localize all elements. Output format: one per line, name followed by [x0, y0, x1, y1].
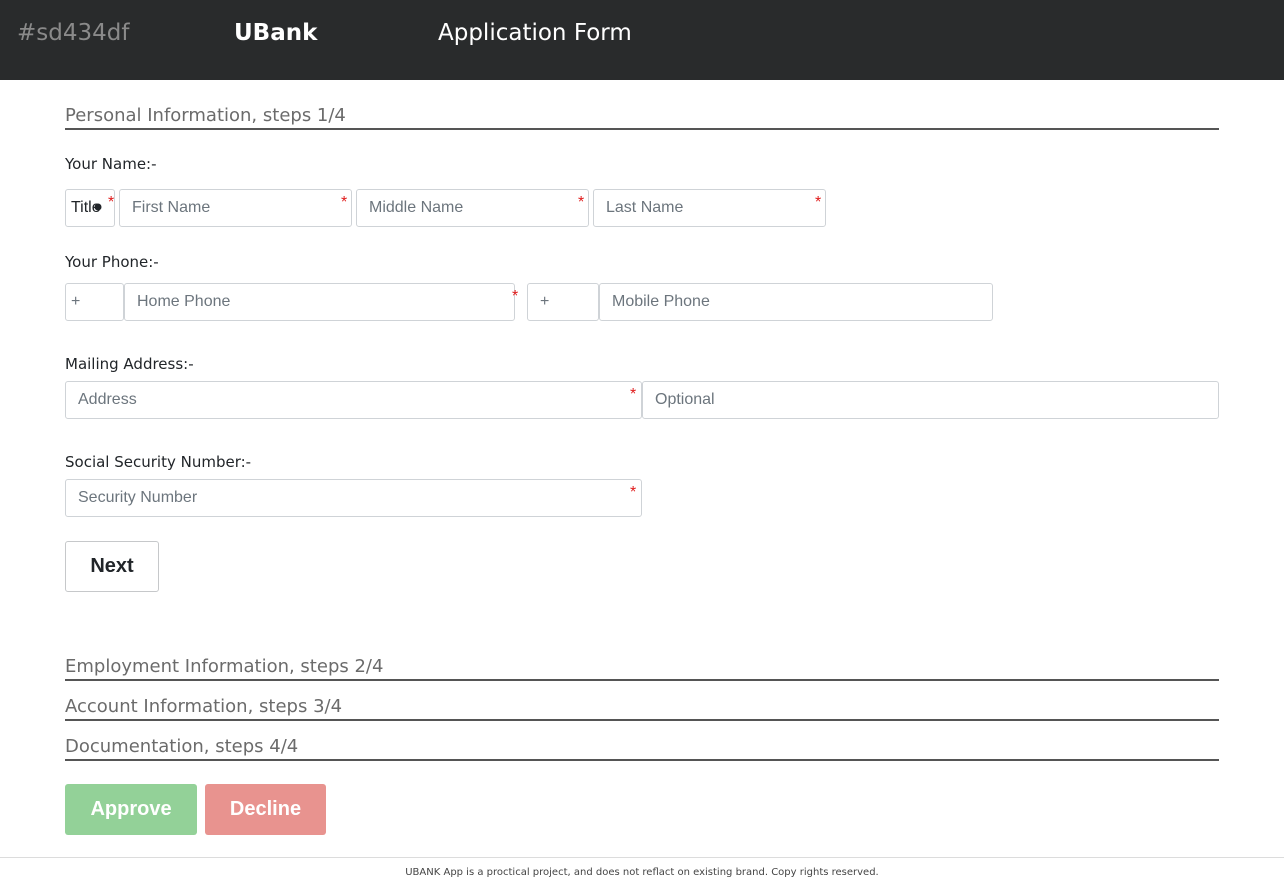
your-name-label: Your Name:- — [65, 155, 157, 173]
address-placeholder: Address — [78, 391, 137, 408]
ssn-placeholder: Security Number — [78, 489, 198, 506]
last-name-input[interactable]: Last Name — [593, 189, 826, 227]
application-id: #sd434df — [17, 20, 130, 46]
top-navbar: #sd434df UBank Application Form — [0, 0, 1284, 80]
decline-button[interactable]: Decline — [205, 784, 326, 835]
required-asterisk: * — [512, 288, 519, 305]
chevron-updown-icon — [94, 203, 102, 211]
middle-name-input[interactable]: Middle Name — [356, 189, 589, 227]
section-personal-information[interactable]: Personal Information, steps 1/4 — [65, 104, 1219, 130]
next-button[interactable]: Next — [65, 541, 159, 592]
mobile-country-code-value: + — [540, 293, 550, 310]
ssn-label: Social Security Number:- — [65, 453, 252, 471]
address-optional-placeholder: Optional — [655, 391, 715, 408]
mobile-country-code-input[interactable]: + — [527, 283, 599, 321]
your-phone-label: Your Phone:- — [65, 253, 159, 271]
home-country-code-value: + — [71, 293, 81, 310]
last-name-placeholder: Last Name — [606, 199, 684, 216]
required-asterisk: * — [630, 484, 637, 501]
first-name-placeholder: First Name — [132, 199, 211, 216]
section-account-information[interactable]: Account Information, steps 3/4 — [65, 695, 1219, 721]
ssn-input[interactable]: Security Number — [65, 479, 642, 517]
brand-logo-text[interactable]: UBank — [234, 20, 317, 46]
section-documentation[interactable]: Documentation, steps 4/4 — [65, 735, 1219, 761]
required-asterisk: * — [341, 194, 348, 211]
required-asterisk: * — [815, 194, 822, 211]
required-asterisk: * — [108, 194, 115, 211]
mailing-address-label: Mailing Address:- — [65, 355, 194, 373]
required-asterisk: * — [630, 386, 637, 403]
footer-text: UBANK App is a proctical project, and do… — [0, 857, 1284, 884]
section-employment-information[interactable]: Employment Information, steps 2/4 — [65, 655, 1219, 681]
page-title: Application Form — [438, 20, 632, 46]
home-phone-placeholder: Home Phone — [137, 293, 231, 310]
mobile-phone-input[interactable]: Mobile Phone — [599, 283, 993, 321]
address-optional-input[interactable]: Optional — [642, 381, 1219, 419]
middle-name-placeholder: Middle Name — [369, 199, 464, 216]
home-phone-input[interactable]: Home Phone — [124, 283, 515, 321]
address-input[interactable]: Address — [65, 381, 642, 419]
approve-button[interactable]: Approve — [65, 784, 197, 835]
required-asterisk: * — [578, 194, 585, 211]
first-name-input[interactable]: First Name — [119, 189, 352, 227]
home-country-code-input[interactable]: + — [65, 283, 124, 321]
mobile-phone-placeholder: Mobile Phone — [612, 293, 710, 310]
